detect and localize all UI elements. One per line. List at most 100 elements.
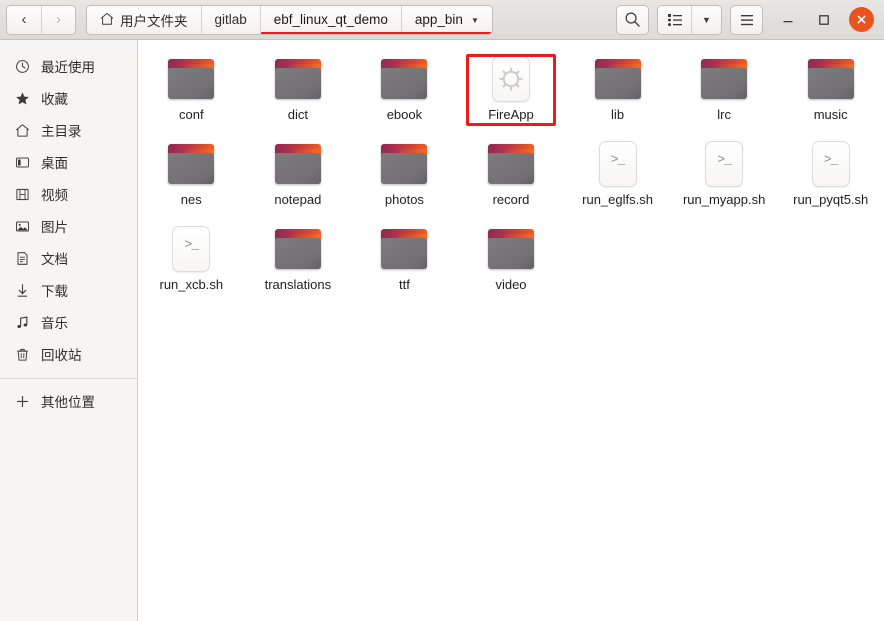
chevron-down-icon: ▼ — [702, 14, 711, 25]
close-icon — [857, 15, 866, 24]
document-icon — [14, 251, 31, 266]
terminal-prompt-icon: >_ — [705, 141, 744, 187]
sidebar-item-desktop[interactable]: 桌面 — [0, 146, 137, 178]
file-item[interactable]: nes — [138, 137, 245, 222]
search-button[interactable] — [616, 4, 649, 35]
sidebar-item-other-locations[interactable]: 其他位置 — [0, 385, 137, 417]
sidebar-item-trash[interactable]: 回收站 — [0, 338, 137, 370]
sidebar-item-label: 其他位置 — [41, 395, 95, 410]
sidebar-item-label: 收藏 — [41, 92, 68, 107]
trash-icon — [14, 347, 31, 362]
forward-button[interactable]: › — [41, 5, 75, 34]
window-controls — [777, 7, 878, 32]
back-button[interactable]: ‹ — [7, 5, 41, 34]
terminal-prompt-icon: >_ — [598, 141, 637, 187]
sidebar-item-pictures[interactable]: 图片 — [0, 210, 137, 242]
file-item[interactable]: >_ run_pyqt5.sh — [777, 137, 884, 222]
file-name-label: lib — [611, 107, 625, 122]
file-name-label: run_xcb.sh — [159, 277, 224, 292]
file-list-area[interactable]: conf dict ebook FireApp lib lrc music nes notepa… — [138, 40, 884, 621]
sidebar-item-music[interactable]: 音乐 — [0, 306, 137, 338]
folder-icon — [381, 224, 428, 274]
close-button[interactable] — [849, 7, 874, 32]
sidebar-item-label: 下载 — [41, 284, 68, 299]
plus-icon — [14, 394, 31, 409]
file-name-label: conf — [178, 107, 204, 122]
terminal-prompt-icon: >_ — [811, 141, 850, 187]
folder-icon — [381, 139, 428, 189]
sidebar-item-documents[interactable]: 文档 — [0, 242, 137, 274]
breadcrumb: 用户文件夹 gitlab ebf_linux_qt_demo app_bin ▼ — [86, 4, 493, 35]
terminal-prompt-glyph: >_ — [610, 151, 626, 167]
view-mode-group: ▼ — [657, 4, 722, 35]
search-icon — [624, 11, 641, 28]
terminal-prompt-glyph: >_ — [184, 236, 199, 252]
file-item[interactable]: photos — [351, 137, 458, 222]
breadcrumb-item-ebf-linux-qt-demo[interactable]: ebf_linux_qt_demo — [259, 5, 401, 34]
chevron-down-icon[interactable]: ▼ — [471, 16, 479, 25]
folder-icon — [274, 224, 321, 274]
file-name-label: photos — [384, 192, 424, 207]
folder-icon — [168, 139, 215, 189]
film-icon — [14, 187, 31, 202]
file-item[interactable]: >_ run_myapp.sh — [671, 137, 778, 222]
sidebar-item-recent[interactable]: 最近使用 — [0, 50, 137, 82]
sidebar-item-label: 文档 — [41, 252, 68, 267]
file-name-label: music — [813, 107, 848, 122]
terminal-prompt-glyph: >_ — [823, 151, 839, 167]
sidebar-item-label: 主目录 — [41, 124, 82, 139]
list-view-button[interactable] — [658, 5, 691, 34]
file-item[interactable]: notepad — [245, 137, 352, 222]
chevron-left-icon: ‹ — [21, 11, 27, 28]
file-item[interactable]: >_ run_eglfs.sh — [564, 137, 671, 222]
star-icon — [14, 91, 31, 106]
maximize-button[interactable] — [813, 9, 835, 31]
file-name-label: run_myapp.sh — [682, 192, 766, 207]
view-options-dropdown[interactable]: ▼ — [691, 5, 721, 34]
picture-icon — [14, 219, 31, 234]
file-name-label: run_eglfs.sh — [582, 192, 653, 207]
file-item[interactable]: record — [458, 137, 565, 222]
hamburger-menu-icon — [739, 13, 755, 27]
terminal-prompt-icon: >_ — [172, 226, 211, 272]
file-item[interactable]: lrc — [671, 52, 778, 137]
minimize-button[interactable] — [777, 9, 799, 31]
file-name-label: ttf — [399, 277, 410, 292]
header-bar: ‹ › 用户文件夹 gitlab ebf_linux_qt_demo app_b… — [0, 0, 884, 40]
breadcrumb-item-home[interactable]: 用户文件夹 — [87, 5, 201, 34]
file-name-label: translations — [264, 277, 332, 292]
home-icon — [100, 12, 114, 26]
home-icon — [14, 123, 31, 138]
file-item[interactable]: ttf — [351, 222, 458, 307]
file-item[interactable]: lib — [564, 52, 671, 137]
breadcrumb-item-app-bin[interactable]: app_bin ▼ — [400, 5, 492, 34]
sidebar-item-home[interactable]: 主目录 — [0, 114, 137, 146]
file-item[interactable]: music — [777, 52, 884, 137]
main-menu-button[interactable] — [730, 4, 763, 35]
sidebar-item-downloads[interactable]: 下载 — [0, 274, 137, 306]
sidebar-item-starred[interactable]: 收藏 — [0, 82, 137, 114]
folder-icon — [807, 54, 854, 104]
list-view-icon — [667, 12, 683, 28]
maximize-icon — [819, 14, 829, 25]
file-item[interactable]: translations — [245, 222, 352, 307]
file-name-label: nes — [180, 192, 202, 207]
file-item[interactable]: dict — [245, 52, 352, 137]
folder-icon — [487, 224, 534, 274]
breadcrumb-label: gitlab — [214, 12, 247, 27]
sidebar-item-label: 视频 — [41, 188, 68, 203]
file-name-label: dict — [287, 107, 308, 122]
folder-icon — [701, 54, 748, 104]
file-grid: conf dict ebook FireApp lib lrc music nes notepa… — [138, 52, 884, 307]
file-item[interactable]: >_ run_xcb.sh — [138, 222, 245, 307]
chevron-right-icon: › — [56, 11, 61, 28]
sidebar-item-videos[interactable]: 视频 — [0, 178, 137, 210]
file-item[interactable]: video — [458, 222, 565, 307]
breadcrumb-item-gitlab[interactable]: gitlab — [200, 5, 260, 34]
file-name-label: FireApp — [488, 107, 534, 122]
sidebar-item-label: 音乐 — [41, 316, 68, 331]
file-item[interactable]: FireApp — [458, 52, 565, 137]
sidebar-item-label: 桌面 — [41, 156, 68, 171]
file-item[interactable]: conf — [138, 52, 245, 137]
file-item[interactable]: ebook — [351, 52, 458, 137]
